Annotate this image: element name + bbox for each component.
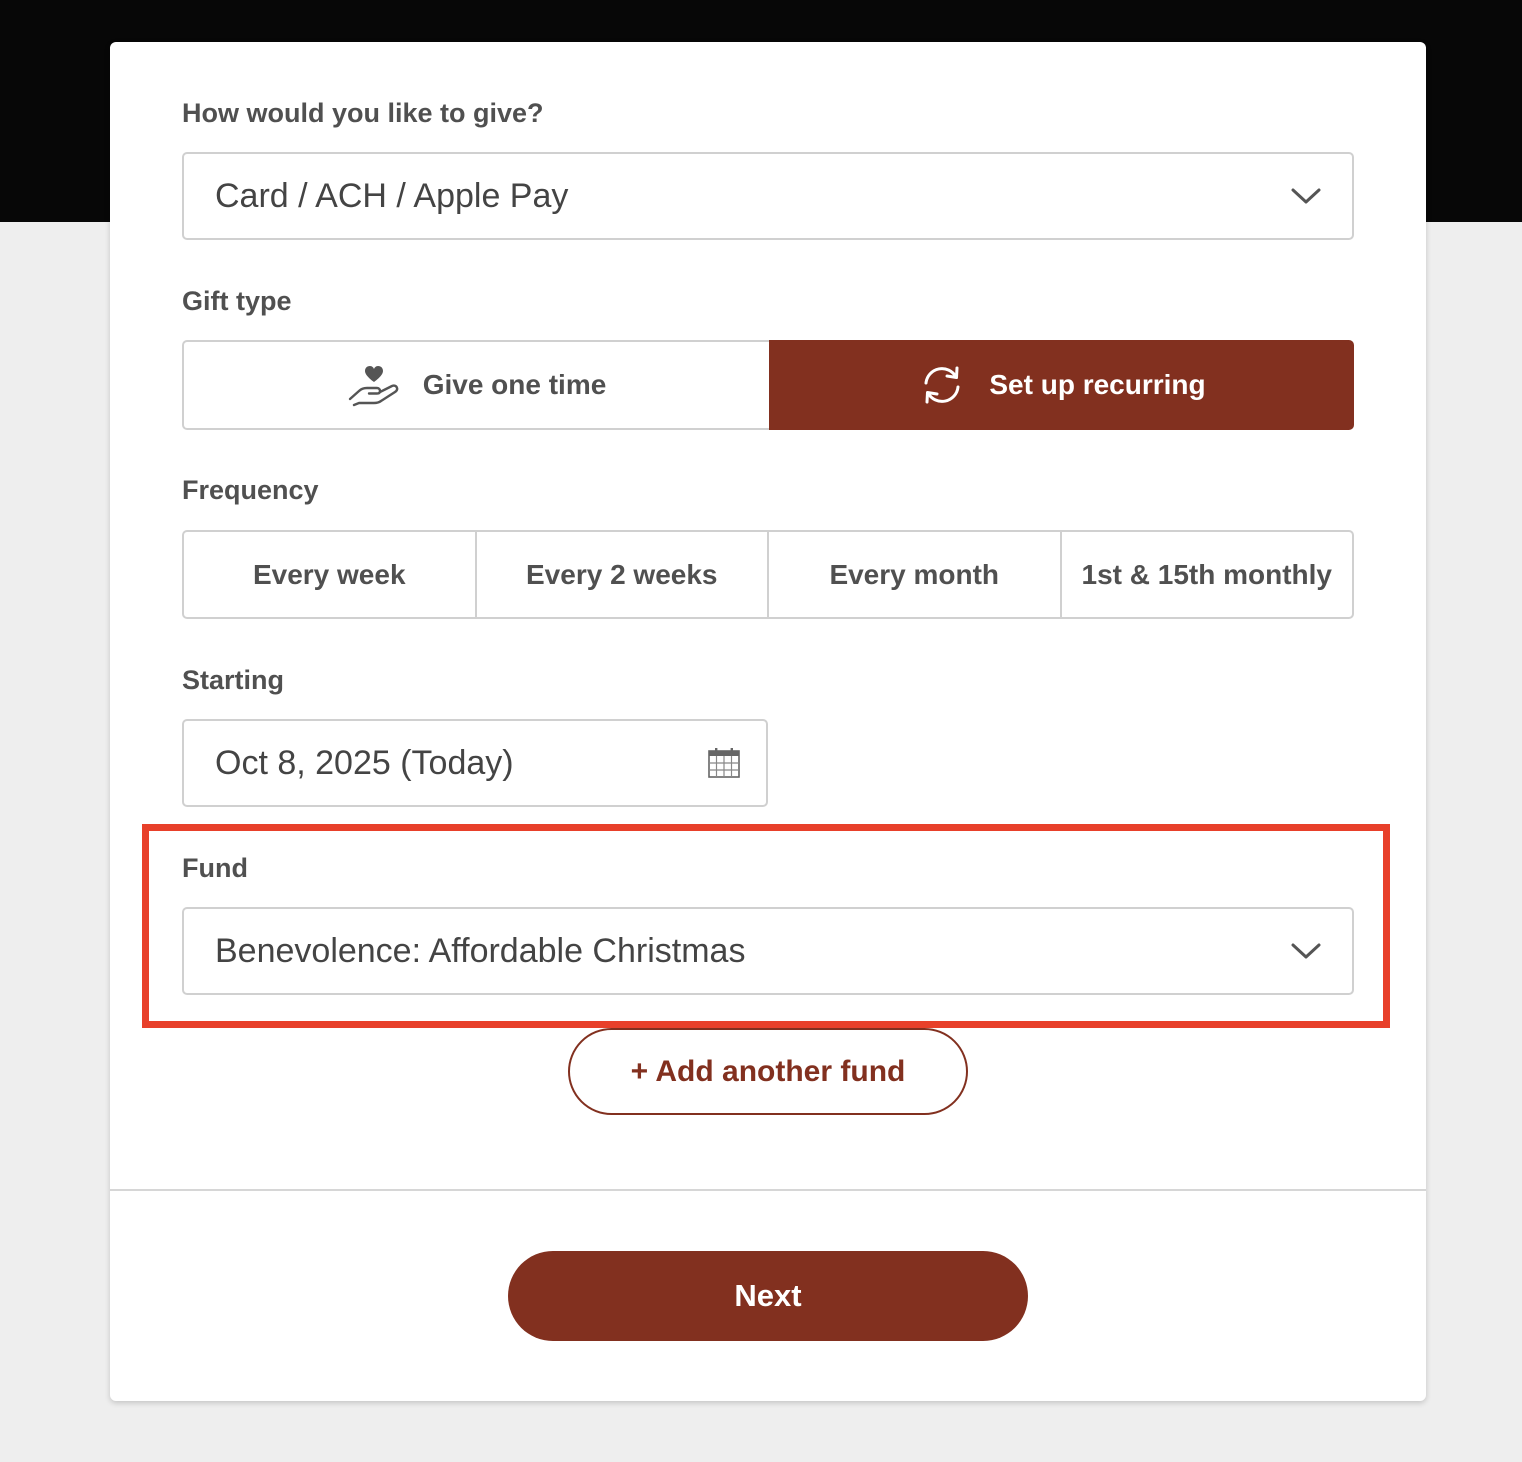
chevron-down-icon — [1291, 943, 1321, 959]
give-method-select[interactable]: Card / ACH / Apple Pay — [182, 152, 1354, 240]
frequency-every-week[interactable]: Every week — [184, 532, 477, 617]
frequency-options: Every week Every 2 weeks Every month 1st… — [182, 530, 1354, 619]
giving-form-card: How would you like to give? Card / ACH /… — [110, 42, 1426, 1401]
set-up-recurring-label: Set up recurring — [989, 369, 1206, 400]
next-button[interactable]: Next — [508, 1251, 1028, 1341]
fund-label: Fund — [182, 853, 248, 883]
start-date-field[interactable]: Oct 8, 2025 (Today) — [182, 719, 768, 807]
calendar-icon[interactable] — [708, 747, 740, 779]
fund-select[interactable]: Benevolence: Affordable Christmas — [182, 907, 1354, 995]
give-one-time-button[interactable]: Give one time — [182, 340, 769, 430]
heart-hand-icon — [348, 366, 399, 407]
fund-value: Benevolence: Affordable Christmas — [215, 931, 746, 970]
gift-type-toggle: Give one time Set up recurring — [182, 340, 1354, 430]
start-date-value: Oct 8, 2025 (Today) — [215, 743, 514, 782]
recurring-icon — [924, 366, 960, 404]
add-another-fund-button[interactable]: + Add another fund — [568, 1028, 968, 1115]
frequency-1st-15th-monthly[interactable]: 1st & 15th monthly — [1062, 532, 1353, 617]
divider — [110, 1189, 1426, 1191]
give-one-time-label: Give one time — [422, 369, 607, 400]
give-method-label: How would you like to give? — [182, 98, 544, 128]
set-up-recurring-button[interactable]: Set up recurring — [769, 340, 1354, 430]
gift-type-label: Gift type — [182, 286, 292, 316]
frequency-every-2-weeks[interactable]: Every 2 weeks — [477, 532, 769, 617]
frequency-label: Frequency — [182, 475, 319, 505]
give-method-value: Card / ACH / Apple Pay — [215, 176, 569, 215]
chevron-down-icon — [1291, 188, 1321, 204]
starting-label: Starting — [182, 665, 285, 695]
frequency-every-month[interactable]: Every month — [769, 532, 1062, 617]
